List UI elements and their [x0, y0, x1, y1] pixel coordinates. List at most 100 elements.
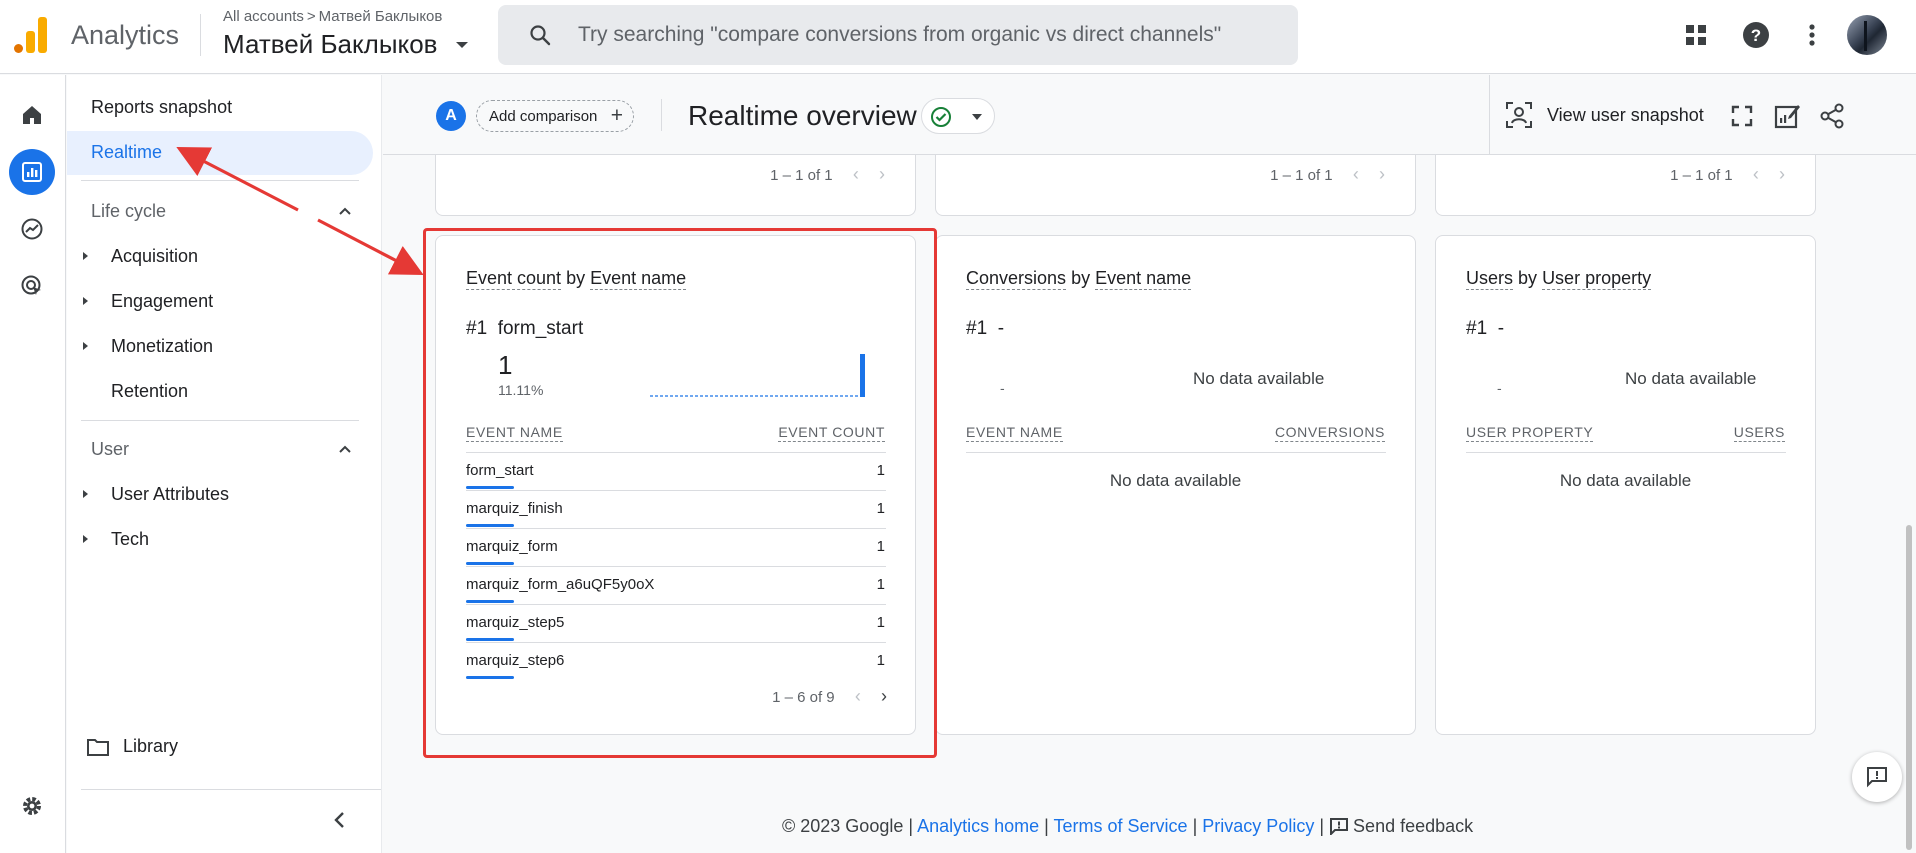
chevron-left-icon[interactable]: ‹	[1753, 164, 1759, 185]
nav-realtime-label[interactable]: Realtime	[91, 142, 162, 163]
chevron-right-icon[interactable]: ›	[1779, 164, 1785, 185]
breadcrumb-all-accounts[interactable]: All accounts	[223, 8, 304, 25]
expand-arrow-icon[interactable]	[83, 342, 88, 350]
nav-library[interactable]: Library	[123, 736, 178, 757]
top-item-name: -	[1497, 318, 1505, 339]
row-bar	[466, 524, 514, 527]
nav-reports-snapshot[interactable]: Reports snapshot	[91, 97, 232, 118]
nav-item-acquisition[interactable]: Acquisition	[111, 246, 198, 267]
metric-selector[interactable]: Conversions	[966, 268, 1067, 290]
column-header-label[interactable]: USERS	[1733, 424, 1785, 442]
expand-arrow-icon[interactable]	[83, 252, 88, 260]
chart-no-data: No data available	[1625, 369, 1757, 388]
fullscreen-icon[interactable]	[1728, 102, 1756, 130]
chevron-up-icon[interactable]	[337, 203, 353, 219]
send-feedback-link[interactable]: Send feedback	[1329, 816, 1473, 836]
dimension-selector[interactable]: Event name	[590, 268, 687, 290]
row-event-name: form_start	[466, 462, 534, 479]
explore-icon[interactable]	[9, 206, 55, 252]
chevron-left-icon[interactable]: ‹	[1353, 164, 1359, 185]
table-divider	[466, 642, 886, 643]
event-count-card: Event count by Event name #1 form_start …	[435, 235, 916, 735]
nav-item-user-attributes[interactable]: User Attributes	[111, 484, 229, 505]
table-divider	[466, 604, 886, 605]
row-bar	[466, 676, 514, 679]
share-icon[interactable]	[1818, 102, 1846, 130]
avatar[interactable]	[1847, 15, 1887, 55]
search-bar[interactable]	[498, 5, 1298, 65]
account-selector[interactable]: Матвей Баклыков	[223, 29, 437, 60]
column-header-event-count: EVENT COUNT	[778, 424, 885, 442]
apps-grid-icon[interactable]	[1680, 19, 1712, 51]
footer-analytics-home-link[interactable]: Analytics home	[917, 816, 1039, 836]
column-header-user-property: USER PROPERTY	[1466, 424, 1594, 442]
search-icon	[530, 25, 551, 46]
chevron-right-icon[interactable]: ›	[1379, 164, 1385, 185]
rank-label: #1	[966, 318, 988, 339]
nav-item-monetization[interactable]: Monetization	[111, 336, 213, 357]
pagination-label: 1 – 6 of 9	[772, 689, 835, 706]
footer: © 2023 Google | Analytics home | Terms o…	[782, 816, 1473, 837]
metric-selector[interactable]: Event count	[466, 268, 562, 290]
rank-label: #1	[466, 318, 488, 339]
add-comparison-button[interactable]: Add comparison +	[476, 100, 634, 132]
app-title[interactable]: Analytics	[71, 20, 179, 51]
nav-item-tech[interactable]: Tech	[111, 529, 149, 550]
nav-section-user[interactable]: User	[91, 439, 129, 460]
row-bar	[466, 638, 514, 641]
toolbar-divider	[661, 99, 662, 131]
expand-arrow-icon[interactable]	[83, 297, 88, 305]
expand-arrow-icon[interactable]	[83, 535, 88, 543]
chevron-right-icon[interactable]: ›	[879, 164, 885, 185]
title-by: by	[566, 268, 586, 288]
footer-privacy-link[interactable]: Privacy Policy	[1202, 816, 1314, 836]
folder-icon[interactable]	[87, 737, 109, 757]
column-header-label[interactable]: EVENT NAME	[466, 424, 563, 442]
nav-item-engagement[interactable]: Engagement	[111, 291, 213, 312]
row-bar	[466, 562, 514, 565]
feedback-button[interactable]	[1852, 752, 1902, 802]
search-input[interactable]	[578, 17, 1278, 53]
caret-down-icon[interactable]	[456, 42, 468, 48]
settings-icon[interactable]	[9, 783, 55, 829]
top-item: #1 -	[966, 318, 1004, 340]
dimension-selector[interactable]: User property	[1542, 268, 1652, 290]
left-rail	[0, 75, 66, 853]
title-by: by	[1071, 268, 1091, 288]
collapse-chevron-left-icon[interactable]	[331, 811, 349, 829]
header-divider	[200, 14, 201, 56]
analytics-logo-icon[interactable]	[14, 17, 48, 53]
more-vert-icon[interactable]	[1796, 19, 1828, 51]
nav-item-retention[interactable]: Retention	[111, 381, 188, 402]
column-header-label[interactable]: EVENT COUNT	[778, 424, 885, 442]
footer-sep: |	[908, 816, 914, 836]
column-header-label[interactable]: EVENT NAME	[966, 424, 1063, 442]
advertising-icon[interactable]	[9, 263, 55, 309]
chevron-left-icon[interactable]: ‹	[855, 686, 861, 707]
chevron-up-icon[interactable]	[337, 441, 353, 457]
home-icon[interactable]	[9, 92, 55, 138]
reports-icon[interactable]	[9, 149, 55, 195]
chevron-left-icon[interactable]: ‹	[853, 164, 859, 185]
add-comparison-label: Add comparison	[489, 107, 598, 125]
help-icon[interactable]: ?	[1740, 19, 1772, 51]
dimension-selector[interactable]: Event name	[1095, 268, 1192, 290]
table-divider	[466, 566, 886, 567]
check-circle-icon	[931, 107, 951, 127]
scrollbar[interactable]	[1906, 525, 1912, 850]
footer-terms-link[interactable]: Terms of Service	[1054, 816, 1188, 836]
footer-copyright: © 2023 Google	[782, 816, 904, 836]
column-header-label[interactable]: CONVERSIONS	[1274, 424, 1385, 442]
metric-selector[interactable]: Users	[1466, 268, 1514, 290]
footer-sep: |	[1192, 816, 1198, 836]
chevron-right-icon[interactable]: ›	[881, 686, 887, 707]
pagination-label: 1 – 1 of 1	[1270, 167, 1333, 184]
column-header-label[interactable]: USER PROPERTY	[1466, 424, 1594, 442]
customize-report-icon[interactable]	[1773, 102, 1801, 130]
breadcrumb-account[interactable]: Матвей Баклыков	[319, 8, 443, 25]
pagination: 1 – 1 of 1 ‹ ›	[770, 164, 885, 185]
expand-arrow-icon[interactable]	[83, 490, 88, 498]
comparison-badge[interactable]: A	[436, 101, 466, 131]
nav-section-lifecycle[interactable]: Life cycle	[91, 201, 166, 222]
status-dropdown[interactable]	[921, 98, 995, 134]
